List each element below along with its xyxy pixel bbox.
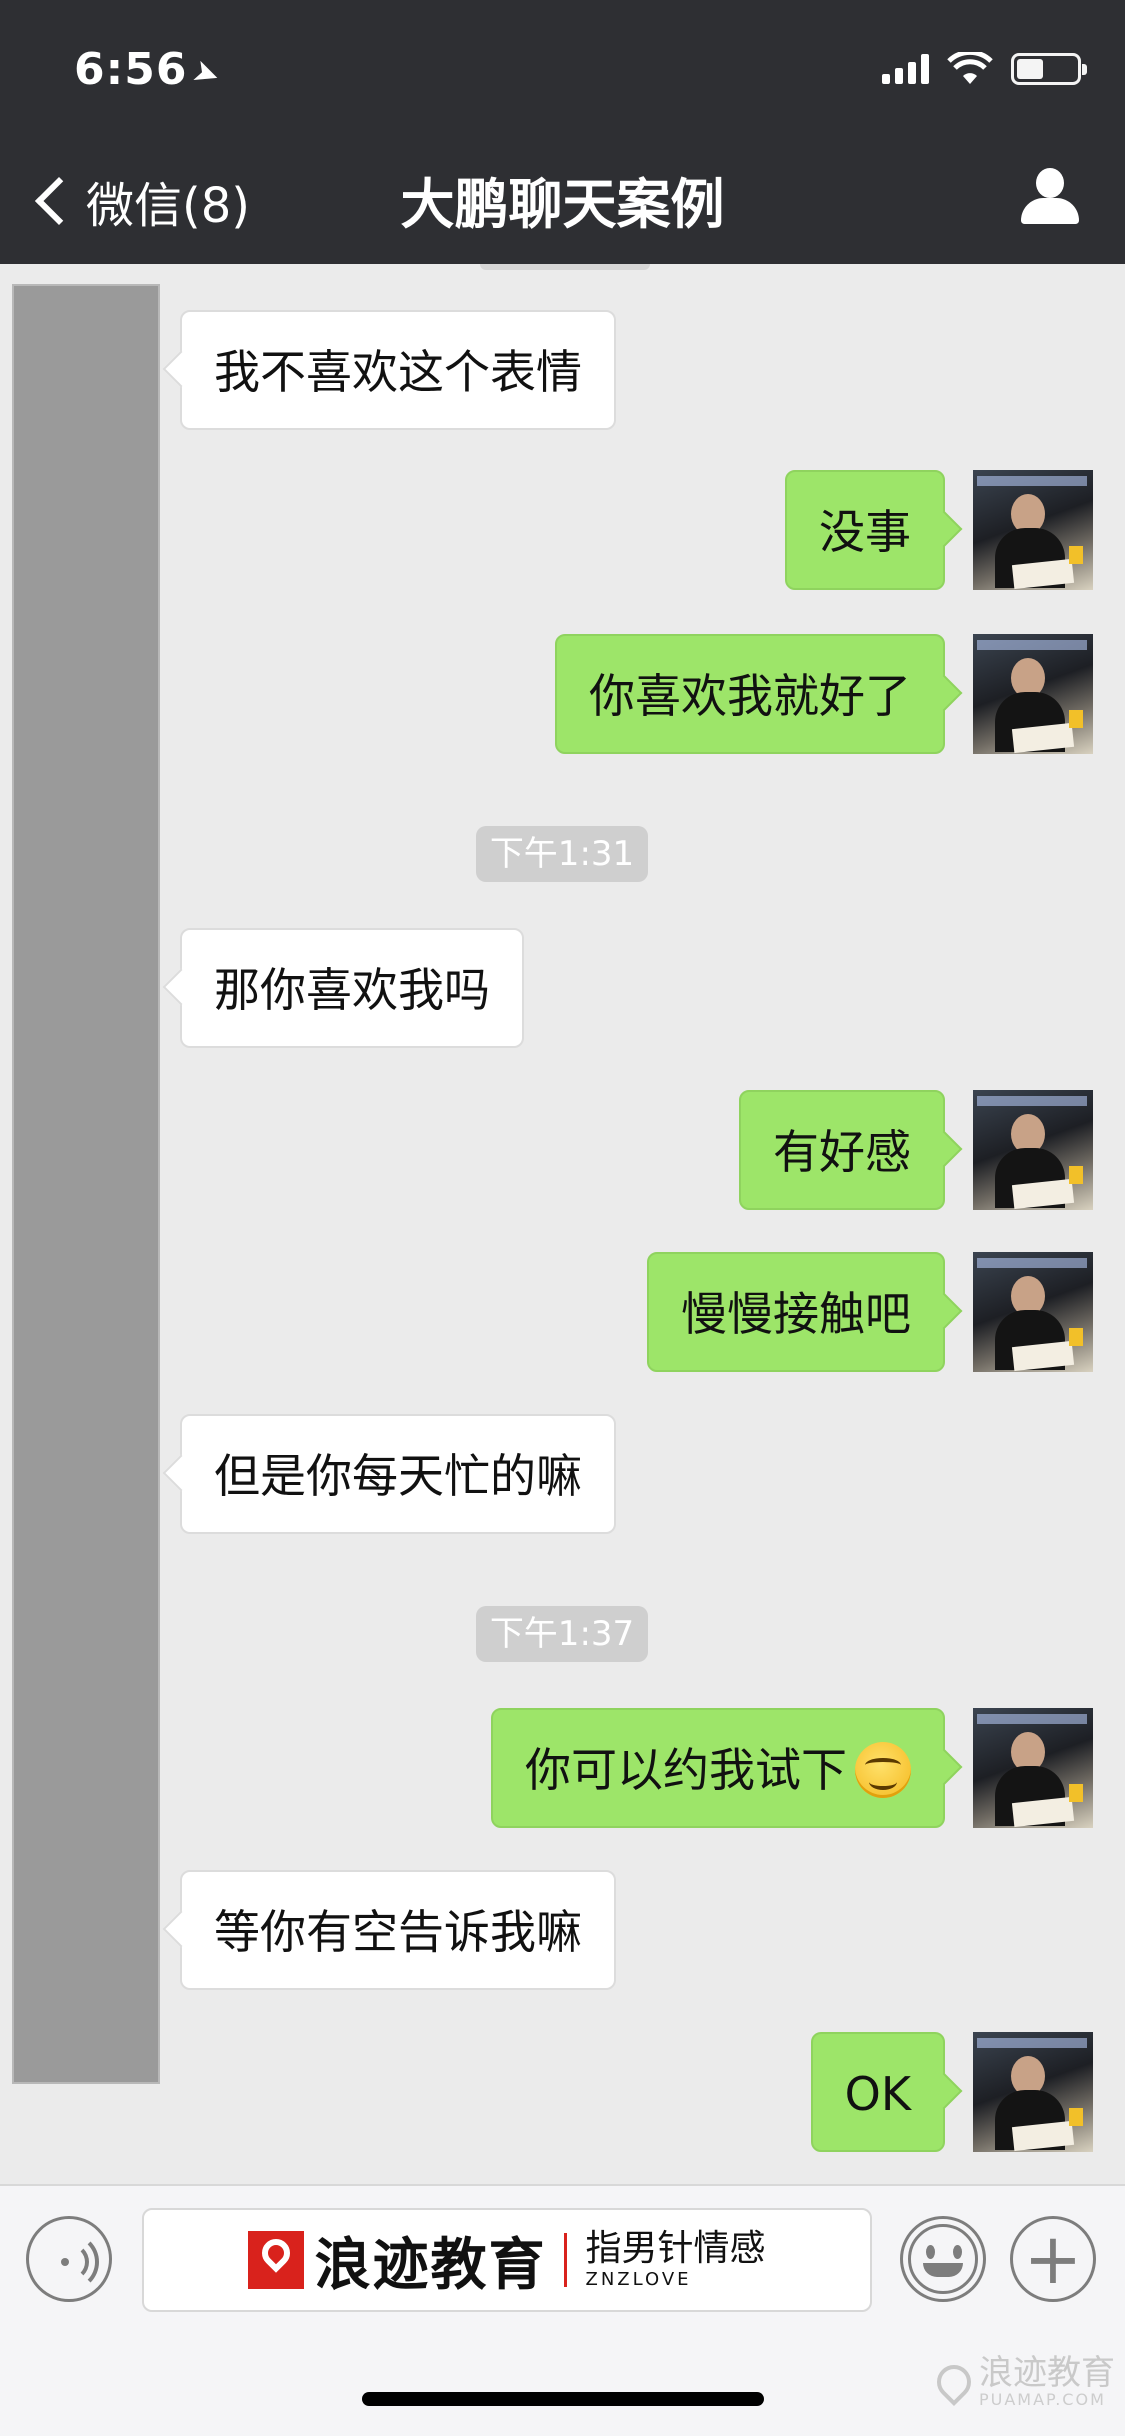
watermark-en: PUAMAP.COM	[979, 2390, 1106, 2409]
home-indicator[interactable]	[362, 2392, 764, 2406]
ad-subtitle: ZNZLOVE	[585, 2269, 692, 2290]
chat-title: 大鹏聊天案例	[400, 173, 725, 236]
grinning-face-emoji-icon	[855, 1741, 911, 1798]
voice-icon[interactable]	[26, 2216, 112, 2302]
person-icon[interactable]	[1019, 168, 1081, 228]
avatar[interactable]	[973, 470, 1093, 590]
message-outgoing[interactable]: 没事	[785, 470, 945, 590]
wifi-icon	[947, 52, 993, 84]
redacted-avatar-column	[12, 284, 160, 2084]
message-outgoing[interactable]: OK	[810, 2032, 945, 2152]
message-incoming[interactable]: 等你有空告诉我嘛	[180, 1870, 616, 1990]
watermark-cn: 浪迹教育	[979, 2353, 1115, 2393]
avatar[interactable]	[973, 1090, 1093, 1210]
ad-brand: 浪迹教育	[314, 2232, 547, 2298]
top-bar: 6:56➤ 微信(8) 大鹏聊天案例	[0, 0, 1125, 264]
message-incoming[interactable]: 我不喜欢这个表情	[180, 310, 616, 430]
ad-slogan: 指男针情感	[585, 2228, 766, 2269]
status-icons	[882, 52, 1087, 86]
message-text: 你可以约我试下	[525, 1743, 847, 1797]
location-arrow-icon: ➤	[187, 50, 227, 96]
scroll-marker	[480, 264, 650, 270]
avatar[interactable]	[973, 634, 1093, 754]
ad-banner[interactable]: 浪迹教育 指男针情感 ZNZLOVE	[142, 2208, 872, 2312]
watermark: 浪迹教育 PUAMAP.COM	[929, 2353, 1115, 2409]
message-incoming[interactable]: 那你喜欢我吗	[180, 928, 524, 1048]
message-outgoing[interactable]: 有好感	[739, 1090, 945, 1210]
avatar[interactable]	[973, 2032, 1093, 2152]
status-time: 6:56➤	[74, 44, 227, 96]
timestamp: 下午1:37	[476, 1606, 648, 1662]
avatar[interactable]	[973, 1252, 1093, 1372]
message-incoming[interactable]: 但是你每天忙的嘛	[180, 1414, 616, 1534]
divider	[564, 2233, 568, 2287]
map-pin-icon	[929, 2357, 979, 2407]
map-pin-logo-icon	[248, 2231, 305, 2289]
battery-icon	[1011, 53, 1087, 85]
plus-icon[interactable]: +	[1010, 2216, 1096, 2302]
message-outgoing[interactable]: 你喜欢我就好了	[555, 634, 945, 754]
emoji-icon[interactable]	[900, 2216, 986, 2302]
cellular-signal-icon	[882, 54, 929, 84]
message-outgoing[interactable]: 你可以约我试下	[491, 1708, 945, 1828]
timestamp: 下午1:31	[476, 826, 648, 882]
message-outgoing[interactable]: 慢慢接触吧	[647, 1252, 945, 1372]
avatar[interactable]	[973, 1708, 1093, 1828]
